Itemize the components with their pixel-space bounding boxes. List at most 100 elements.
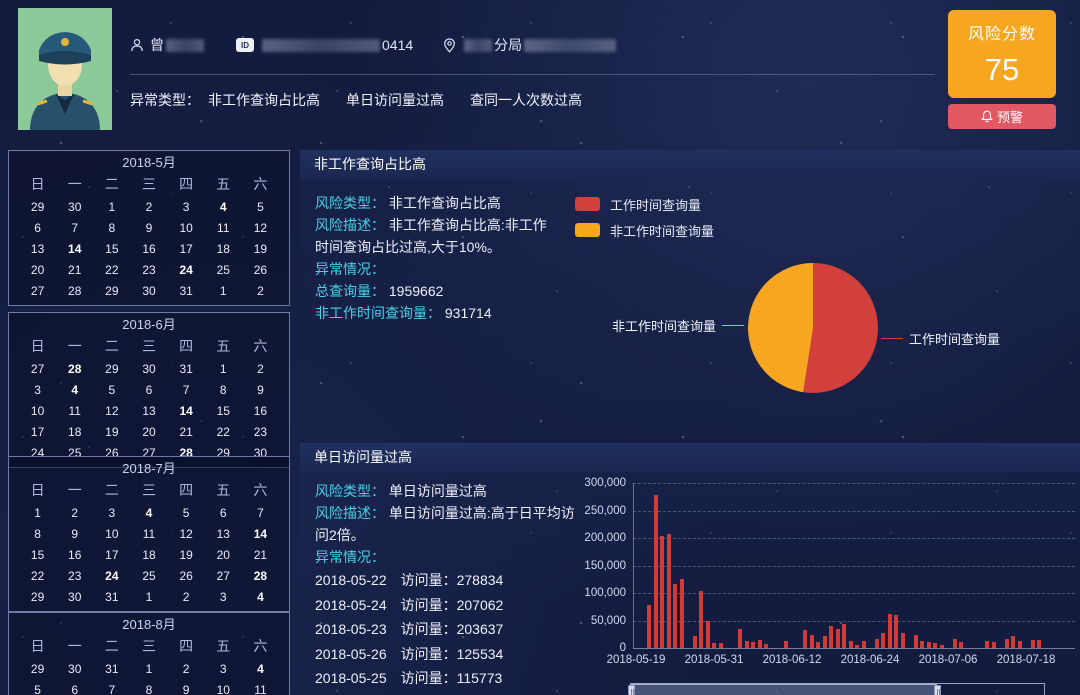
calendar-day[interactable]: 17: [19, 421, 56, 442]
calendar-day[interactable]: 6: [130, 379, 167, 400]
calendar-day[interactable]: 19: [93, 421, 130, 442]
calendar-day[interactable]: 22: [19, 565, 56, 586]
calendar-day[interactable]: 11: [242, 679, 279, 695]
calendar-day[interactable]: 30: [130, 280, 167, 301]
calendar-day[interactable]: 27: [19, 280, 56, 301]
calendar-day[interactable]: 19: [242, 238, 279, 259]
calendar-day[interactable]: 23: [130, 259, 167, 280]
calendar-day[interactable]: 3: [19, 379, 56, 400]
calendar-day[interactable]: 30: [56, 658, 93, 679]
calendar-day[interactable]: 10: [93, 523, 130, 544]
calendar-day[interactable]: 30: [56, 196, 93, 217]
calendar-day[interactable]: 4: [242, 586, 279, 607]
calendar-day[interactable]: 28: [56, 358, 93, 379]
calendar-day[interactable]: 27: [205, 565, 242, 586]
calendar-day[interactable]: 24: [168, 259, 205, 280]
calendar-day[interactable]: 16: [130, 238, 167, 259]
calendar-day[interactable]: 9: [130, 217, 167, 238]
calendar-day[interactable]: 6: [205, 502, 242, 523]
calendar-day[interactable]: 5: [93, 379, 130, 400]
calendar-day[interactable]: 15: [205, 400, 242, 421]
calendar-day[interactable]: 21: [56, 259, 93, 280]
calendar-day[interactable]: 20: [130, 421, 167, 442]
alert-warning-button[interactable]: 预警: [948, 104, 1056, 129]
calendar-day[interactable]: 27: [19, 358, 56, 379]
calendar-day[interactable]: 10: [19, 400, 56, 421]
calendar-day[interactable]: 1: [19, 502, 56, 523]
calendar-day[interactable]: 20: [205, 544, 242, 565]
datazoom-slider[interactable]: [630, 683, 1045, 695]
calendar-day[interactable]: 16: [56, 544, 93, 565]
calendar-day[interactable]: 11: [205, 217, 242, 238]
datazoom-selection[interactable]: [631, 684, 937, 695]
calendar-day[interactable]: 9: [242, 379, 279, 400]
calendar-day[interactable]: 29: [19, 658, 56, 679]
calendar-day[interactable]: 8: [205, 379, 242, 400]
calendar-day[interactable]: 7: [56, 217, 93, 238]
calendar-day[interactable]: 12: [242, 217, 279, 238]
calendar-day[interactable]: 16: [242, 400, 279, 421]
calendar-day[interactable]: 23: [56, 565, 93, 586]
calendar-day[interactable]: 17: [168, 238, 205, 259]
calendar-day[interactable]: 13: [19, 238, 56, 259]
calendar-day[interactable]: 21: [168, 421, 205, 442]
calendar-day[interactable]: 14: [242, 523, 279, 544]
calendar-day[interactable]: 9: [56, 523, 93, 544]
calendar-day[interactable]: 31: [168, 280, 205, 301]
calendar-day[interactable]: 22: [93, 259, 130, 280]
calendar-day[interactable]: 5: [19, 679, 56, 695]
calendar-day[interactable]: 3: [168, 196, 205, 217]
calendar-day[interactable]: 12: [168, 523, 205, 544]
calendar-day[interactable]: 31: [93, 658, 130, 679]
calendar-day[interactable]: 3: [205, 658, 242, 679]
calendar-day[interactable]: 21: [242, 544, 279, 565]
calendar-day[interactable]: 2: [56, 502, 93, 523]
calendar-day[interactable]: 1: [130, 586, 167, 607]
calendar-day[interactable]: 1: [130, 658, 167, 679]
calendar-day[interactable]: 18: [130, 544, 167, 565]
calendar-day[interactable]: 30: [130, 358, 167, 379]
calendar-day[interactable]: 2: [168, 658, 205, 679]
calendar-day[interactable]: 4: [242, 658, 279, 679]
calendar-day[interactable]: 14: [168, 400, 205, 421]
calendar-day[interactable]: 18: [205, 238, 242, 259]
calendar-day[interactable]: 7: [168, 379, 205, 400]
calendar-day[interactable]: 5: [242, 196, 279, 217]
calendar-day[interactable]: 2: [242, 280, 279, 301]
calendar-day[interactable]: 24: [93, 565, 130, 586]
calendar-day[interactable]: 11: [130, 523, 167, 544]
calendar-day[interactable]: 5: [168, 502, 205, 523]
calendar-day[interactable]: 23: [242, 421, 279, 442]
calendar-day[interactable]: 28: [242, 565, 279, 586]
calendar-day[interactable]: 19: [168, 544, 205, 565]
calendar-day[interactable]: 17: [93, 544, 130, 565]
calendar-day[interactable]: 1: [205, 358, 242, 379]
calendar-day[interactable]: 13: [205, 523, 242, 544]
calendar-day[interactable]: 2: [168, 586, 205, 607]
calendar-day[interactable]: 28: [56, 280, 93, 301]
calendar-day[interactable]: 25: [130, 565, 167, 586]
calendar-day[interactable]: 11: [56, 400, 93, 421]
calendar-day[interactable]: 8: [130, 679, 167, 695]
calendar-day[interactable]: 20: [19, 259, 56, 280]
legend-item-非工作时间查询量[interactable]: 非工作时间查询量: [575, 217, 714, 243]
calendar-day[interactable]: 6: [19, 217, 56, 238]
calendar-day[interactable]: 31: [168, 358, 205, 379]
calendar-day[interactable]: 7: [242, 502, 279, 523]
calendar-day[interactable]: 22: [205, 421, 242, 442]
calendar-day[interactable]: 8: [93, 217, 130, 238]
calendar-day[interactable]: 1: [93, 196, 130, 217]
calendar-day[interactable]: 31: [93, 586, 130, 607]
calendar-day[interactable]: 8: [19, 523, 56, 544]
calendar-day[interactable]: 30: [56, 586, 93, 607]
calendar-day[interactable]: 29: [19, 196, 56, 217]
calendar-day[interactable]: 26: [242, 259, 279, 280]
calendar-day[interactable]: 14: [56, 238, 93, 259]
calendar-day[interactable]: 10: [168, 217, 205, 238]
calendar-day[interactable]: 13: [130, 400, 167, 421]
calendar-day[interactable]: 29: [19, 586, 56, 607]
calendar-day[interactable]: 26: [168, 565, 205, 586]
calendar-day[interactable]: 3: [205, 586, 242, 607]
calendar-day[interactable]: 12: [93, 400, 130, 421]
legend-item-工作时间查询量[interactable]: 工作时间查询量: [575, 191, 714, 217]
